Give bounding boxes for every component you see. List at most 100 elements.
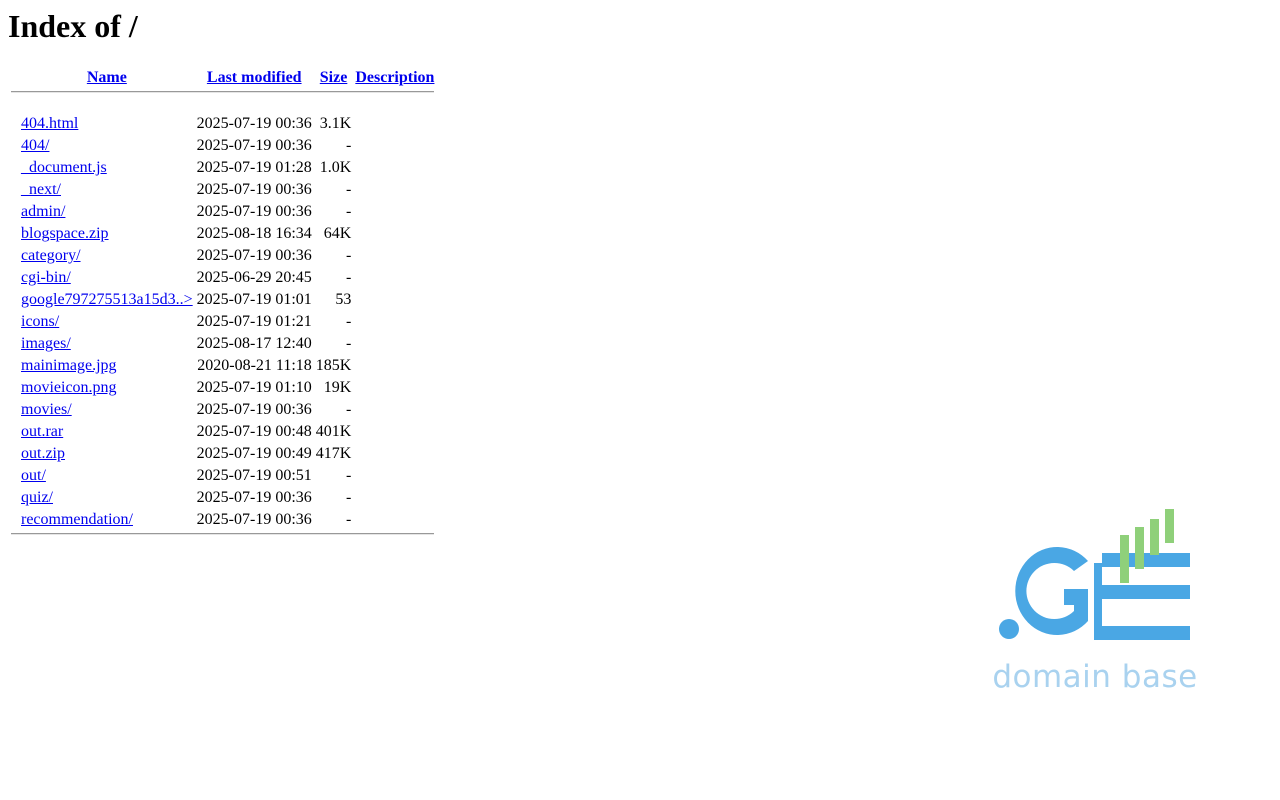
cell-last-modified: 2025-07-19 00:36 [196,137,312,154]
divider-top [11,91,435,93]
logo-caption: domain base [992,659,1198,695]
header-last-modified: Last modified [196,68,313,88]
table-row: out.zip 2025-07-19 00:49 417K [10,444,435,464]
file-link[interactable]: admin/ [21,203,65,220]
cell-size: - [346,467,352,484]
table-row: movies/2025-07-19 00:36 - [10,400,435,420]
cell-last-modified: 2025-07-19 00:36 [196,181,312,198]
cell-size: - [346,269,352,286]
cell-description [354,334,435,354]
row-icon-spacer [10,290,18,310]
cell-size: 19K [323,379,352,396]
directory-listing-table: Name Last modified Size Description 404.… [8,66,437,556]
sort-by-size-link[interactable]: Size [320,69,348,86]
cell-size: - [346,335,352,352]
cell-last-modified: 2025-07-19 00:36 [196,247,312,264]
file-link[interactable]: google797275513a15d3..> [21,291,193,308]
file-link[interactable]: recommendation/ [21,511,133,528]
cell-last-modified: 2025-07-19 00:48 [196,423,312,440]
cell-last-modified: 2025-07-19 00:51 [196,467,312,484]
file-link[interactable]: _next/ [21,181,61,198]
cell-size: - [346,137,352,154]
row-icon-spacer [10,136,18,156]
cell-description [354,268,435,288]
cell-size: 3.1K [319,115,352,132]
cell-size: - [346,511,352,528]
row-icon-spacer [10,488,18,508]
file-link[interactable]: _document.js [21,159,107,176]
cell-description [354,378,435,398]
cell-last-modified: 2025-07-19 01:21 [196,313,312,330]
cell-name: _next/ [20,180,194,200]
domain-base-logo: domain base [990,505,1200,700]
cell-description [354,422,435,442]
table-row: admin/2025-07-19 00:36 - [10,202,435,222]
table-row: quiz/2025-07-19 00:36 - [10,488,435,508]
row-icon-spacer [10,312,18,332]
cell-description [354,510,435,530]
cell-name: _document.js [20,158,194,178]
cell-description [354,114,435,134]
table-row: category/2025-07-19 00:36 - [10,246,435,266]
table-row: movieicon.png 2025-07-19 01:10 19K [10,378,435,398]
cell-name: google797275513a15d3..> [20,290,194,310]
header-description: Description [354,68,435,88]
cell-name: images/ [20,334,194,354]
cell-last-modified: 2025-08-17 12:40 [196,335,312,352]
table-row: blogspace.zip 2025-08-18 16:34 64K [10,224,435,244]
file-link[interactable]: cgi-bin/ [21,269,71,286]
cell-name: blogspace.zip [20,224,194,244]
cell-name: 404/ [20,136,194,156]
row-icon-spacer [10,202,18,222]
header-name: Name [20,68,194,88]
cell-size: - [346,247,352,264]
cell-name: quiz/ [20,488,194,508]
file-link[interactable]: mainimage.jpg [21,357,117,374]
cell-description [354,202,435,222]
cell-size: 401K [315,423,352,440]
file-link[interactable]: 404.html [21,115,78,132]
cell-size: 53 [335,291,352,308]
sort-by-name-link[interactable]: Name [87,69,127,86]
cell-description [354,158,435,178]
file-link[interactable]: out/ [21,467,46,484]
cell-last-modified: 2025-08-18 16:34 [196,225,312,242]
row-icon-spacer [10,246,18,266]
table-row: out/2025-07-19 00:51 - [10,466,435,486]
file-link[interactable]: category/ [21,247,81,264]
header-divider-row [10,90,435,112]
row-icon-spacer [10,400,18,420]
cell-last-modified: 2025-07-19 01:01 [196,291,312,308]
file-link[interactable]: out.rar [21,423,63,440]
cell-last-modified: 2025-07-19 00:36 [196,511,312,528]
cell-size: 1.0K [319,159,352,176]
sort-by-last-modified-link[interactable]: Last modified [207,69,302,86]
file-link[interactable]: blogspace.zip [21,225,109,242]
file-link[interactable]: quiz/ [21,489,53,506]
cell-name: out.rar [20,422,194,442]
cell-description [354,180,435,200]
cell-last-modified: 2020-08-21 11:18 [197,357,312,374]
file-link[interactable]: images/ [21,335,71,352]
file-link[interactable]: movieicon.png [21,379,117,396]
row-icon-spacer [10,268,18,288]
file-link[interactable]: icons/ [21,313,59,330]
file-link[interactable]: movies/ [21,401,72,418]
cell-size: 64K [323,225,352,242]
cell-name: icons/ [20,312,194,332]
table-row: images/2025-08-17 12:40 - [10,334,435,354]
table-row: out.rar 2025-07-19 00:48 401K [10,422,435,442]
footer-divider-row [10,532,435,554]
file-rows: 404.html 2025-07-19 00:36 3.1K 404/2025-07-… [10,114,435,530]
row-icon-spacer [10,444,18,464]
file-link[interactable]: out.zip [21,445,65,462]
sort-by-description-link[interactable]: Description [355,69,434,86]
cell-name: movies/ [20,400,194,420]
table-row: 404/2025-07-19 00:36 - [10,136,435,156]
cell-last-modified: 2025-07-19 00:49 [196,445,312,462]
cell-name: category/ [20,246,194,266]
file-link[interactable]: 404/ [21,137,49,154]
cell-name: 404.html [20,114,194,134]
table-row: _document.js 2025-07-19 01:28 1.0K [10,158,435,178]
cell-last-modified: 2025-07-19 01:28 [196,159,312,176]
